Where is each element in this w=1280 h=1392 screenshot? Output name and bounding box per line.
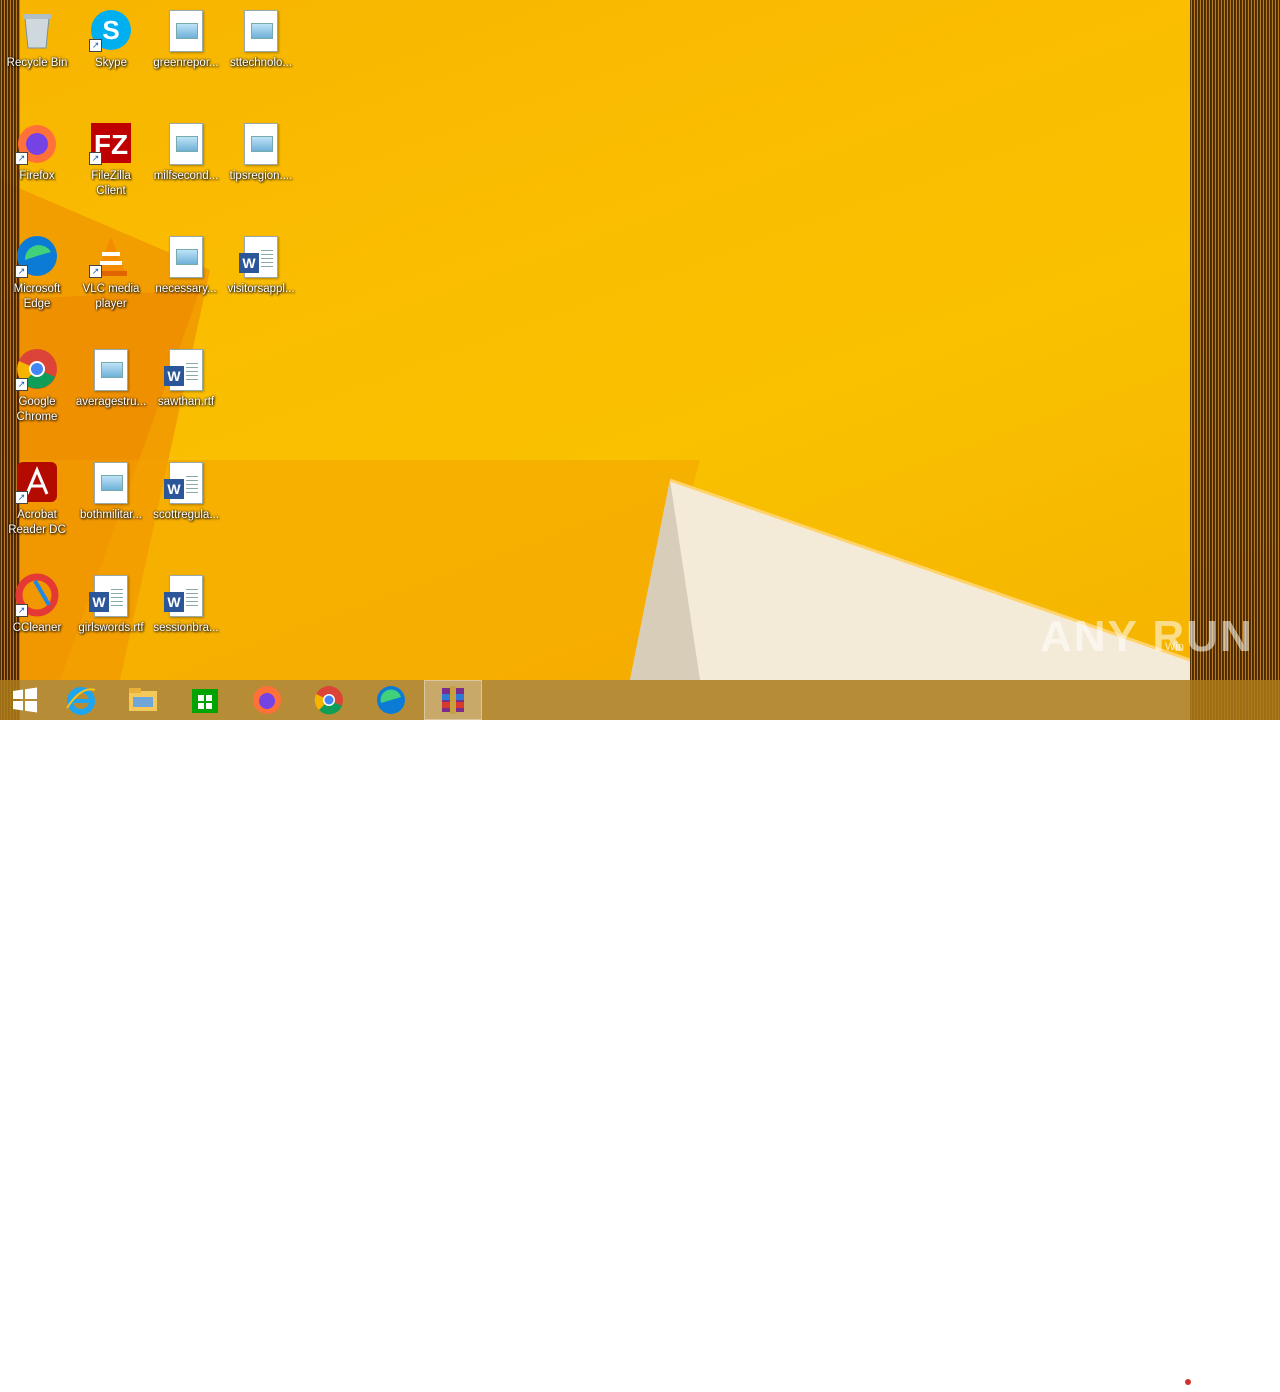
shortcut-arrow-icon: ↗ — [15, 265, 28, 278]
desktop-icon-recycle-bin[interactable]: Recycle Bin — [0, 8, 74, 71]
volume-icon[interactable] — [1128, 1370, 1144, 1391]
taskbar-internet-explorer[interactable] — [56, 680, 106, 720]
shortcut-arrow-icon: ↗ — [15, 152, 28, 165]
winrar-icon — [442, 686, 464, 714]
taskbar-firefox[interactable] — [242, 680, 292, 720]
desktop-icon-acrobat-reader[interactable]: ↗ Acrobat Reader DC — [0, 460, 74, 538]
desktop-icon-google-chrome[interactable]: ↗ Google Chrome — [0, 347, 74, 425]
desktop-icon-file[interactable]: tipsregion.... — [224, 121, 298, 184]
shortcut-arrow-icon: ↗ — [15, 378, 28, 391]
action-center-flag-icon[interactable] — [1176, 1370, 1192, 1391]
word-document-icon: W — [164, 575, 203, 617]
desktop-icon-file[interactable]: averagestru... — [74, 347, 148, 410]
icon-label: milfsecond... — [153, 170, 219, 182]
icon-label: sessionbra... — [153, 622, 219, 634]
image-file-icon — [169, 123, 203, 165]
taskbar: 6:15 PM 8/7/2024 — [0, 680, 1280, 1391]
desktop-icon-skype[interactable]: S ↗ Skype — [74, 8, 148, 71]
desktop-icon-ccleaner[interactable]: ↗ CCleaner — [0, 573, 74, 636]
desktop-icon-microsoft-edge[interactable]: ↗ Microsoft Edge — [0, 234, 74, 312]
filezilla-icon: FZ ↗ — [89, 121, 133, 165]
desktop-icon-file[interactable]: bothmilitar... — [74, 460, 148, 523]
icon-label: FileZilla Client — [91, 170, 131, 197]
clock-time: 6:15 PM — [1206, 1367, 1245, 1378]
system-tray — [1128, 1370, 1192, 1391]
word-document-icon: W — [239, 236, 278, 278]
firefox-icon: ↗ — [15, 121, 59, 165]
taskbar-file-explorer[interactable] — [118, 680, 168, 720]
desktop-icon-file[interactable]: W sessionbra... — [149, 573, 223, 636]
edge-icon — [377, 686, 405, 714]
taskbar-clock[interactable]: 6:15 PM 8/7/2024 — [1206, 1366, 1245, 1392]
desktop-icon-file[interactable]: sttechnolo... — [224, 8, 298, 71]
icon-label: scottregula... — [153, 509, 219, 521]
desktop-icon-file[interactable]: greenrepor... — [149, 8, 223, 71]
shortcut-arrow-icon: ↗ — [15, 604, 28, 617]
icon-label: greenrepor... — [153, 57, 219, 69]
watermark-subtext: Win — [1165, 641, 1184, 653]
vlc-icon: ↗ — [89, 234, 133, 278]
acrobat-icon: ↗ — [15, 460, 59, 504]
shortcut-arrow-icon: ↗ — [15, 491, 28, 504]
recycle-bin-icon — [15, 8, 59, 52]
desktop-icon-file[interactable]: milfsecond... — [149, 121, 223, 184]
desktop-icon-file[interactable]: W scottregula... — [149, 460, 223, 523]
edge-icon: ↗ — [15, 234, 59, 278]
desktop-icon-file[interactable]: W sawthan.rtf — [149, 347, 223, 410]
taskbar-chrome[interactable] — [304, 680, 354, 720]
icon-label: Microsoft Edge — [13, 283, 61, 310]
windows-logo-icon — [13, 687, 37, 713]
icon-label: visitorsappl... — [227, 283, 295, 295]
clock-date: 8/7/2024 — [1206, 1380, 1245, 1391]
desktop-icon-file[interactable]: W girlswords.rtf — [74, 573, 148, 636]
icon-label: Firefox — [19, 170, 55, 182]
taskbar-store[interactable] — [180, 680, 230, 720]
chrome-icon: ↗ — [15, 347, 59, 391]
icon-label: girlswords.rtf — [78, 622, 144, 634]
word-document-icon: W — [164, 349, 203, 391]
icon-label: VLC media player — [82, 283, 140, 310]
icon-label: tipsregion.... — [229, 170, 293, 182]
shortcut-arrow-icon: ↗ — [89, 265, 102, 278]
image-file-icon — [94, 349, 128, 391]
desktop-icon-file[interactable]: necessary... — [149, 234, 223, 297]
ccleaner-icon: ↗ — [15, 573, 59, 617]
desktop-icon-file[interactable]: W visitorsappl... — [224, 234, 298, 297]
word-document-icon: W — [89, 575, 128, 617]
chrome-icon — [314, 686, 343, 715]
icon-label: averagestru... — [75, 396, 147, 408]
folder-icon — [129, 688, 157, 711]
taskbar-edge[interactable] — [366, 680, 416, 720]
icon-label: sawthan.rtf — [157, 396, 215, 408]
svg-text:S: S — [102, 15, 119, 45]
image-file-icon — [244, 10, 278, 52]
desktop-icon-filezilla[interactable]: FZ ↗ FileZilla Client — [74, 121, 148, 199]
icon-label: CCleaner — [12, 622, 62, 634]
firefox-icon — [253, 686, 281, 714]
skype-icon: S ↗ — [89, 8, 133, 52]
image-file-icon — [169, 236, 203, 278]
image-file-icon — [94, 462, 128, 504]
icon-label: Google Chrome — [16, 396, 58, 423]
image-file-icon — [169, 10, 203, 52]
icon-label: Skype — [95, 57, 127, 69]
icon-label: Recycle Bin — [6, 57, 68, 69]
icon-label: Acrobat Reader DC — [8, 509, 66, 536]
taskbar-winrar[interactable] — [424, 680, 482, 720]
image-file-icon — [244, 123, 278, 165]
shortcut-arrow-icon: ↗ — [89, 39, 102, 52]
desktop-icon-firefox[interactable]: ↗ Firefox — [0, 121, 74, 184]
icon-label: necessary... — [155, 283, 217, 295]
internet-explorer-icon — [66, 687, 96, 715]
desktop-icon-vlc[interactable]: ↗ VLC media player — [74, 234, 148, 312]
icon-label: bothmilitar... — [80, 509, 142, 521]
store-icon — [192, 689, 218, 713]
word-document-icon: W — [164, 462, 203, 504]
network-icon[interactable] — [1152, 1370, 1168, 1391]
shortcut-arrow-icon: ↗ — [89, 152, 102, 165]
anyrun-watermark: ANY RUN — [1040, 612, 1254, 661]
start-button[interactable] — [0, 680, 50, 720]
icon-label: sttechnolo... — [229, 57, 292, 69]
